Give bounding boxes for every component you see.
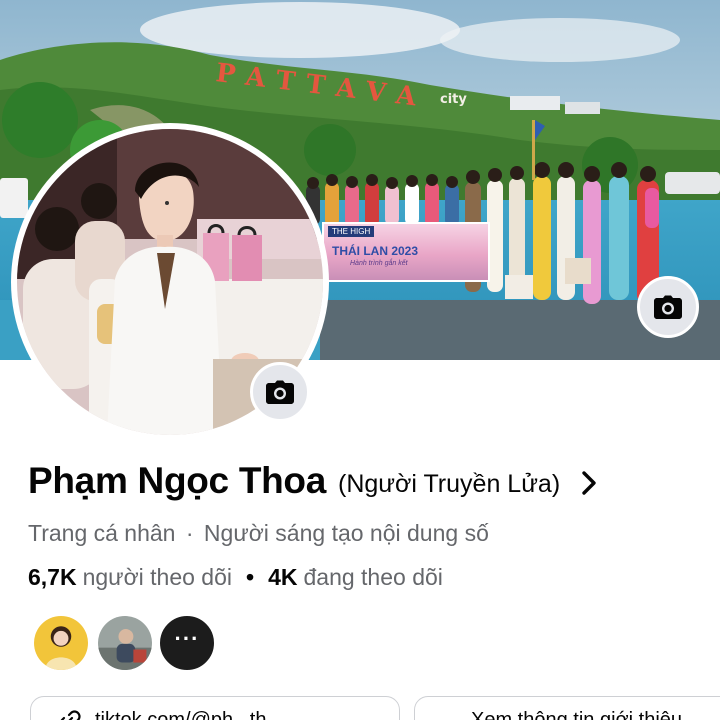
category-separator: · bbox=[185, 520, 194, 546]
following-count[interactable]: 4K bbox=[268, 564, 297, 591]
category-page-type: Trang cá nhân bbox=[28, 520, 176, 546]
view-intro-label: Xem thông tin giới thiệu bbox=[471, 709, 683, 720]
profile-name-row[interactable]: Phạm Ngọc Thoa (Người Truyền Lửa) bbox=[28, 460, 600, 502]
profile-alternate-name: (Người Truyền Lửa) bbox=[338, 469, 561, 498]
link-icon bbox=[60, 710, 81, 720]
chevron-right-icon[interactable] bbox=[578, 468, 600, 498]
more-icon: ··· bbox=[174, 626, 200, 651]
edit-cover-photo-button[interactable] bbox=[637, 276, 699, 338]
tiktok-link-button[interactable]: tiktok.com/@ph...th... bbox=[30, 696, 400, 720]
banner-brand: THE HIGH bbox=[328, 226, 375, 237]
tiktok-link-label: tiktok.com/@ph...th... bbox=[95, 709, 284, 720]
follower-avatar[interactable] bbox=[32, 614, 90, 672]
followers-label[interactable]: người theo dõi bbox=[83, 564, 232, 591]
followers-count[interactable]: 6,7K bbox=[28, 564, 77, 591]
camera-icon bbox=[654, 295, 682, 319]
cover-banner: THE HIGH THÁI LAN 2023 Hành trình gắn kế… bbox=[322, 222, 490, 282]
banner-title: THÁI LAN 2023 bbox=[332, 244, 419, 258]
profile-stats: 6,7K người theo dõi • 4K đang theo dõi bbox=[28, 564, 443, 591]
profile-name: Phạm Ngọc Thoa bbox=[28, 460, 326, 501]
stats-separator: • bbox=[246, 564, 255, 590]
camera-icon bbox=[266, 380, 294, 404]
follower-avatar[interactable] bbox=[96, 614, 154, 672]
edit-avatar-button[interactable] bbox=[250, 362, 310, 422]
view-intro-button[interactable]: Xem thông tin giới thiệu bbox=[414, 696, 720, 720]
category-label: Người sáng tạo nội dung số bbox=[203, 520, 489, 546]
profile-category: Trang cá nhân · Người sáng tạo nội dung … bbox=[28, 520, 489, 547]
banner-subtitle: Hành trình gắn kết bbox=[350, 260, 408, 267]
following-label[interactable]: đang theo dõi bbox=[303, 564, 442, 591]
more-followers-button[interactable]: ··· bbox=[158, 614, 216, 672]
cover-sign-city: city bbox=[440, 92, 467, 107]
